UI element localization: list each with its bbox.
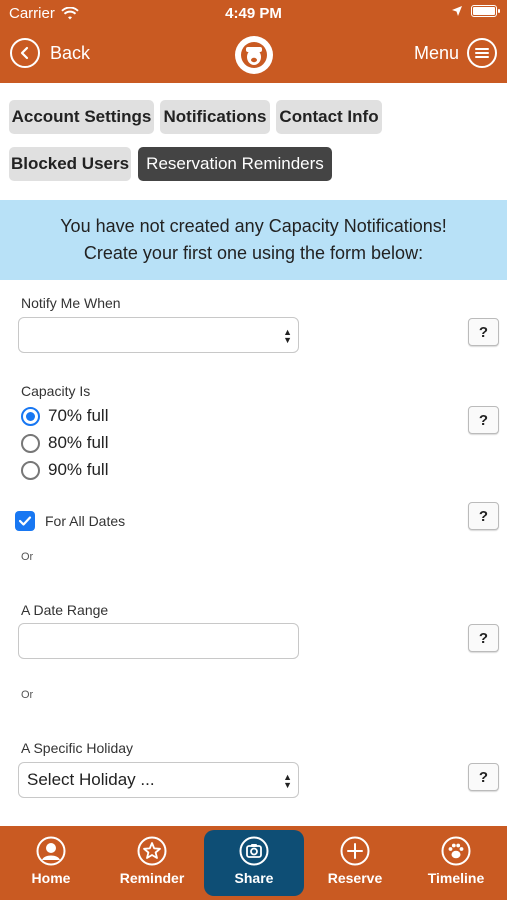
paw-icon: [441, 836, 471, 866]
select-arrows-icon: ▲ ▼: [283, 327, 292, 345]
radio-label: 70% full: [48, 406, 109, 425]
bottom-tab-label: Home: [31, 870, 71, 886]
bottom-tab-reminder[interactable]: Reminder: [102, 826, 202, 900]
select-arrows-icon: ▲ ▼: [283, 772, 292, 790]
back-button[interactable]: Back: [10, 38, 90, 68]
bottom-tab-label: Reminder: [119, 870, 185, 886]
holiday-select[interactable]: Select Holiday ... ▲ ▼: [18, 762, 299, 798]
menu-button[interactable]: Menu: [414, 38, 497, 68]
hamburger-icon: [467, 38, 497, 68]
radio-unselected-icon: [21, 460, 40, 480]
help-button-capacity[interactable]: ?: [468, 406, 499, 434]
radio-80-full[interactable]: 80% full: [21, 433, 108, 453]
tab-notifications[interactable]: Notifications: [160, 100, 270, 134]
or-separator-1: Or: [21, 551, 34, 563]
date-range-input[interactable]: [18, 623, 299, 659]
user-icon: [36, 836, 66, 866]
settings-tabs: Account Settings Notifications Contact I…: [0, 83, 507, 200]
tab-reservation-reminders[interactable]: Reservation Reminders: [138, 147, 332, 181]
bottom-tab-share[interactable]: Share: [204, 830, 304, 896]
all-dates-checkbox[interactable]: For All Dates: [15, 511, 125, 531]
help-button-date-range[interactable]: ?: [468, 624, 499, 652]
battery-icon: [471, 5, 500, 17]
holiday-label: A Specific Holiday: [21, 740, 134, 756]
bottom-tab-bar: Home Reminder Share Reserve Timeline: [0, 826, 507, 900]
radio-unselected-icon: [21, 433, 40, 453]
status-right: [451, 5, 500, 17]
location-arrow-icon: [452, 6, 462, 16]
status-bar: Carrier 4:49 PM: [0, 0, 507, 28]
help-button-all-dates[interactable]: ?: [468, 502, 499, 530]
bottom-tab-reserve[interactable]: Reserve: [305, 826, 405, 900]
notify-label: Notify Me When: [21, 295, 121, 311]
bottom-tab-home[interactable]: Home: [1, 826, 101, 900]
camera-icon: [239, 836, 269, 866]
radio-70-full[interactable]: 70% full: [21, 406, 108, 426]
help-button-holiday[interactable]: ?: [468, 763, 499, 791]
tab-account-settings[interactable]: Account Settings: [9, 100, 154, 134]
star-icon: [137, 836, 167, 866]
back-label: Back: [50, 42, 91, 63]
chevron-left-icon: [10, 38, 40, 68]
all-dates-label: For All Dates: [45, 513, 126, 529]
banner-line-1: You have not created any Capacity Notifi…: [60, 216, 447, 236]
radio-label: 80% full: [48, 433, 109, 452]
or-separator-2: Or: [21, 689, 34, 701]
plus-icon: [340, 836, 370, 866]
top-bar: Carrier 4:49 PM Back Menu: [0, 0, 507, 83]
notify-select[interactable]: ▲ ▼: [18, 317, 299, 353]
radio-label: 90% full: [48, 460, 109, 479]
bottom-tab-label: Timeline: [427, 870, 485, 886]
radio-selected-icon: [21, 406, 40, 426]
status-time: 4:49 PM: [225, 5, 282, 22]
help-button-notify[interactable]: ?: [468, 318, 499, 346]
checkmark-icon: [15, 511, 35, 531]
date-range-label: A Date Range: [21, 602, 109, 618]
holiday-select-value: Select Holiday ...: [27, 770, 155, 789]
bottom-tab-label: Reserve: [327, 870, 383, 886]
bottom-tab-label: Share: [234, 870, 274, 886]
nav-bar: Back Menu: [0, 28, 507, 83]
menu-label: Menu: [413, 42, 459, 63]
banner-line-2: Create your first one using the form bel…: [83, 243, 424, 263]
app-logo: [235, 36, 273, 74]
bottom-tab-timeline[interactable]: Timeline: [406, 826, 506, 900]
info-banner: You have not created any Capacity Notifi…: [0, 200, 507, 280]
radio-90-full[interactable]: 90% full: [21, 460, 108, 480]
capacity-label: Capacity Is: [21, 383, 91, 399]
tab-contact-info[interactable]: Contact Info: [276, 100, 382, 134]
tab-blocked-users[interactable]: Blocked Users: [9, 147, 131, 181]
